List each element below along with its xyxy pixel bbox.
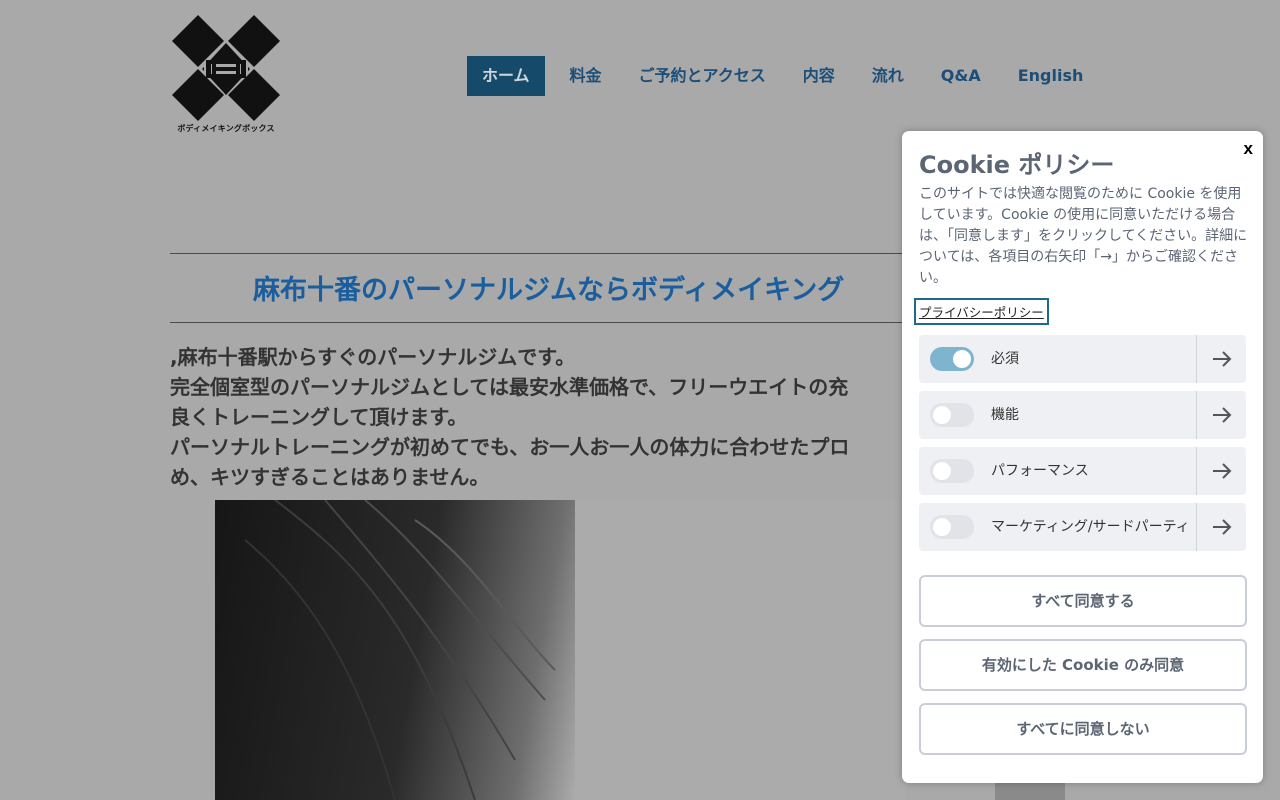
category-label: 必須 — [991, 351, 1019, 367]
nav-item-content[interactable]: 内容 — [791, 56, 847, 96]
site-logo[interactable]: ボディメイキングボックス — [170, 15, 282, 137]
hair-strands — [244, 500, 556, 800]
nav-item-english[interactable]: English — [1006, 56, 1096, 96]
cookie-policy-panel: x Cookie ポリシー このサイトでは快適な閲覧のために Cookie を使… — [902, 131, 1263, 783]
intro-line: め、キツすぎることはありません。 — [170, 465, 490, 489]
accept-selected-button[interactable]: 有効にした Cookie のみ同意 — [919, 639, 1247, 691]
cookie-category-marketing: マーケティング/サードパーティ — [919, 503, 1246, 551]
toggle-knob — [933, 518, 951, 536]
required-toggle[interactable] — [930, 347, 974, 371]
hero-photo — [215, 500, 905, 800]
performance-toggle[interactable] — [930, 459, 974, 483]
privacy-policy-link[interactable]: プライバシーポリシー — [914, 298, 1049, 325]
intro-line: 完全個室型のパーソナルジムとしては最安水準価格で、フリーウエイトの充 — [170, 375, 849, 399]
marketing-toggle[interactable] — [930, 515, 974, 539]
toggle-knob — [953, 350, 971, 368]
main-nav: ホーム 料金 ご予約とアクセス 内容 流れ Q&A English — [467, 56, 1108, 96]
nav-item-booking-access[interactable]: ご予約とアクセス — [627, 56, 778, 96]
nav-item-qa[interactable]: Q&A — [929, 56, 993, 96]
reject-all-button[interactable]: すべてに同意しない — [919, 703, 1247, 755]
intro-line: ,麻布十番駅からすぐのパーソナルジムです。 — [170, 345, 576, 369]
cookie-category-required: 必須 — [919, 335, 1246, 383]
arrow-right-icon[interactable] — [1197, 391, 1246, 439]
cookie-panel-description: このサイトでは快適な閲覧のために Cookie を使用しています。Cookie … — [919, 186, 1248, 286]
nav-item-pricing[interactable]: 料金 — [558, 56, 614, 96]
nav-item-flow[interactable]: 流れ — [860, 56, 916, 96]
arrow-right-icon[interactable] — [1197, 503, 1246, 551]
category-label: パフォーマンス — [991, 463, 1089, 479]
intro-paragraph: ,麻布十番駅からすぐのパーソナルジムです。 完全個室型のパーソナルジムとしては最… — [170, 342, 905, 492]
functional-toggle[interactable] — [930, 403, 974, 427]
cookie-category-functional: 機能 — [919, 391, 1246, 439]
headline-top-divider — [170, 253, 920, 254]
intro-line: パーソナルトレーニングが初めてでも、お一人お一人の体力に合わせたプロ — [170, 435, 850, 459]
category-label: マーケティング/サードパーティ — [991, 519, 1190, 535]
category-label: 機能 — [991, 407, 1019, 423]
page-headline: 麻布十番のパーソナルジムならボディメイキング — [253, 275, 845, 306]
cookie-category-performance: パフォーマンス — [919, 447, 1246, 495]
close-icon[interactable]: x — [1244, 139, 1253, 159]
toggle-knob — [933, 462, 951, 480]
toggle-knob — [933, 406, 951, 424]
nav-item-home[interactable]: ホーム — [467, 56, 545, 96]
headline-bottom-divider — [170, 322, 920, 323]
logo-mark — [172, 15, 280, 121]
arrow-right-icon[interactable] — [1197, 335, 1246, 383]
cookie-panel-title: Cookie ポリシー — [919, 151, 1115, 179]
arrow-right-icon[interactable] — [1197, 447, 1246, 495]
accept-all-button[interactable]: すべて同意する — [919, 575, 1247, 627]
intro-line: 良くトレーニングして頂けます。 — [170, 405, 468, 429]
logo-text: ボディメイキングボックス — [177, 124, 275, 133]
